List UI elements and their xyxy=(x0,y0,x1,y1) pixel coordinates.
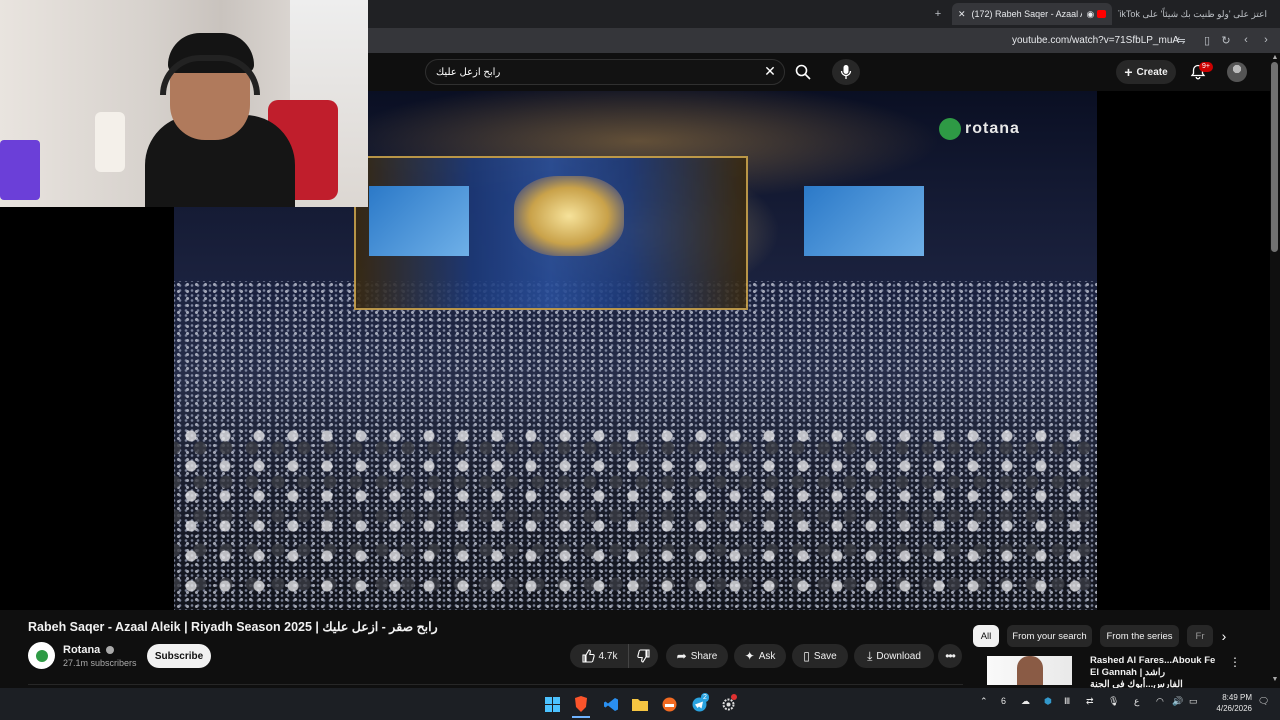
system-clock[interactable]: 8:49 PM 4/26/2026 xyxy=(1206,692,1252,714)
download-label: Download xyxy=(876,650,921,662)
windows-start-icon[interactable] xyxy=(543,695,561,713)
save-button[interactable]: ▯ Save xyxy=(792,644,848,668)
active-app-indicator xyxy=(572,716,590,718)
audio-icon[interactable]: ◉ xyxy=(1086,9,1094,20)
more-actions-button[interactable]: ••• xyxy=(938,644,962,668)
sparkle-icon: ✦ xyxy=(744,649,755,663)
app-orange-icon[interactable] xyxy=(660,695,678,713)
stage-screen-right xyxy=(804,186,924,256)
clear-search-icon[interactable]: ✕ xyxy=(762,63,778,81)
thumbs-down-icon xyxy=(636,649,650,663)
file-explorer-icon[interactable] xyxy=(631,695,649,713)
tray-microphone-icon[interactable]: 🎙 xyxy=(1108,696,1119,707)
webcam-overlay xyxy=(0,0,368,207)
new-tab-icon[interactable]: + xyxy=(930,6,946,22)
chip-from-your-search[interactable]: From your search xyxy=(1007,625,1092,647)
chip-all[interactable]: All xyxy=(973,625,999,647)
notification-dot xyxy=(731,694,737,700)
ask-button[interactable]: ✦ Ask xyxy=(734,644,786,668)
tune-icon[interactable]: ⇋ xyxy=(1174,33,1188,47)
tab-youtube[interactable]: ✕ (172) Rabeh Saqer - Azaal Aleik ◉ xyxy=(952,3,1112,25)
tray-overflow-icon[interactable]: ⌃ xyxy=(980,696,988,707)
bookmark-icon: ▯ xyxy=(803,649,810,663)
save-label: Save xyxy=(813,650,837,662)
notification-center-icon[interactable]: 🗨 xyxy=(1258,696,1269,707)
divider xyxy=(28,684,963,685)
webcam-object xyxy=(95,112,125,172)
tray-audio-app-icon[interactable]: Ⅲ xyxy=(1064,696,1070,707)
like-count: 4.7k xyxy=(598,650,618,662)
tray-cloud-icon[interactable]: ☁ xyxy=(1021,696,1030,707)
reload-icon[interactable]: ↻ xyxy=(1219,33,1233,47)
tray-network-app-icon[interactable]: ⇄ xyxy=(1086,696,1094,707)
tab-label: اعتز على 'ولو ظنيت بك شيئاً' على TikTok xyxy=(1118,8,1267,19)
rotana-logo-icon xyxy=(35,649,48,662)
scroll-down-icon[interactable]: ▼ xyxy=(1270,676,1280,686)
tab-label: (172) Rabeh Saqer - Azaal Aleik xyxy=(971,9,1083,19)
scroll-up-icon[interactable]: ▲ xyxy=(1270,54,1280,64)
more-vertical-icon[interactable]: ⋮ xyxy=(1228,655,1242,671)
channel-avatar[interactable] xyxy=(28,642,55,669)
telegram-badge: 2 xyxy=(701,693,709,702)
search-input[interactable]: رابح ازعل عليك xyxy=(425,59,785,85)
battery-icon[interactable]: ▭ xyxy=(1189,696,1198,707)
plus-icon: + xyxy=(1124,64,1133,80)
channel-name-text: Rotana xyxy=(63,644,101,656)
volume-icon[interactable]: 🔊 xyxy=(1172,696,1183,707)
bookmark-icon[interactable]: ▯ xyxy=(1200,33,1214,47)
channel-logo-overlay: rotana xyxy=(939,118,1020,140)
video-title: Rabeh Saqer - Azaal Aleik | Riyadh Seaso… xyxy=(28,620,438,634)
microphone-icon xyxy=(840,65,852,79)
ask-label: Ask xyxy=(758,650,776,662)
stage-centerpiece xyxy=(514,176,624,256)
tab-tiktok[interactable]: اعتز على 'ولو ظنيت بك شيئاً' على TikTok xyxy=(1118,3,1273,25)
chip-from-the-series[interactable]: From the series xyxy=(1100,625,1179,647)
thumbnail-person xyxy=(1017,656,1043,685)
clock-date: 4/26/2026 xyxy=(1216,704,1252,713)
youtube-favicon-icon xyxy=(1097,10,1106,18)
channel-name[interactable]: Rotana xyxy=(63,644,115,656)
brave-browser-icon[interactable] xyxy=(572,695,590,713)
search-query: رابح ازعل عليك xyxy=(436,66,501,78)
close-icon[interactable]: ✕ xyxy=(958,9,966,20)
tray-app-icon[interactable]: 6 xyxy=(1001,696,1006,706)
stage-screen-left xyxy=(369,186,469,256)
download-button[interactable]: ⤓ Download xyxy=(854,644,934,668)
download-icon: ⤓ xyxy=(867,648,873,663)
share-button[interactable]: ➦ Share xyxy=(666,644,728,668)
audience-near xyxy=(174,421,1097,610)
create-label: Create xyxy=(1136,66,1168,78)
tray-shield-icon[interactable]: ⬢ xyxy=(1044,696,1052,707)
clock-time: 8:49 PM xyxy=(1222,693,1252,702)
forward-icon[interactable]: › xyxy=(1259,33,1273,47)
wifi-icon[interactable]: ◠ xyxy=(1156,696,1164,707)
chevron-right-icon[interactable]: › xyxy=(1216,629,1232,645)
dislike-button[interactable] xyxy=(628,644,658,668)
subscribe-button[interactable]: Subscribe xyxy=(147,644,211,668)
notification-badge: 9+ xyxy=(1199,62,1213,72)
input-language-indicator[interactable]: ع xyxy=(1134,696,1139,707)
search-icon xyxy=(795,64,811,80)
like-button[interactable]: 4.7k xyxy=(570,644,628,668)
webcam-object xyxy=(0,140,40,200)
channel-logo-text: rotana xyxy=(965,120,1020,137)
voice-search-button[interactable] xyxy=(832,59,860,85)
share-label: Share xyxy=(690,650,718,662)
create-button[interactable]: + Create xyxy=(1116,60,1176,84)
search-button[interactable] xyxy=(786,59,820,85)
chip-truncated[interactable]: Fr xyxy=(1187,625,1213,647)
share-icon: ➦ xyxy=(676,649,687,663)
scrollbar-thumb[interactable] xyxy=(1271,62,1278,252)
thumbs-up-icon xyxy=(581,649,595,663)
rotana-logo-icon xyxy=(939,118,961,140)
url-field[interactable]: youtube.com/watch?v=71SfbLP_muA xyxy=(1012,35,1179,46)
more-horizontal-icon: ••• xyxy=(945,649,956,663)
avatar[interactable] xyxy=(1227,62,1247,82)
recommendation-title[interactable]: Rashed Al Fares...Abouk Fe El Gannah | ر… xyxy=(1090,655,1220,691)
recommendation-thumbnail[interactable] xyxy=(987,656,1072,685)
subscriber-count: 27.1m subscribers xyxy=(63,658,137,668)
verified-icon xyxy=(106,646,115,655)
back-icon[interactable]: ‹ xyxy=(1239,33,1253,47)
vscode-icon[interactable] xyxy=(602,695,620,713)
